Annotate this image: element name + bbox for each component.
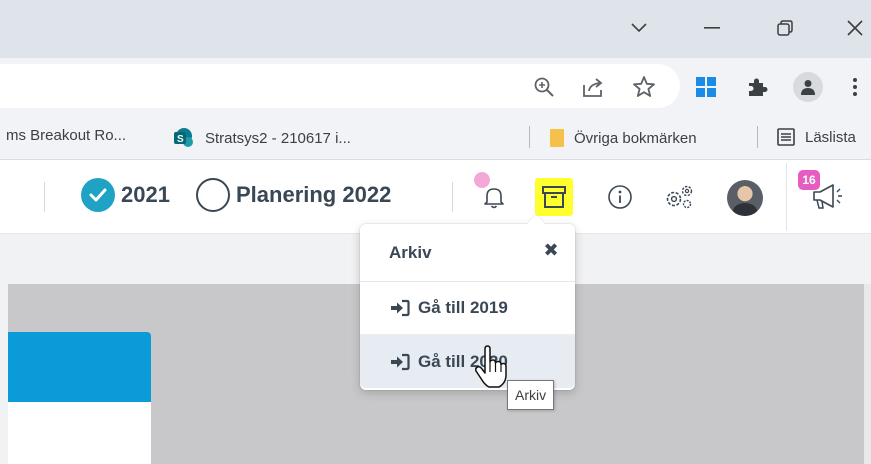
- close-icon[interactable]: [840, 14, 870, 42]
- archive-popover: Arkiv ✖ Gå till 2019 Gå till 2020: [360, 224, 575, 390]
- radio-circle-icon: [196, 178, 230, 212]
- popover-header: Arkiv ✖: [360, 224, 575, 282]
- tooltip: Arkiv: [507, 380, 555, 410]
- content-card: [8, 402, 151, 464]
- restore-icon[interactable]: [770, 14, 800, 42]
- announcement-count-badge: 16: [798, 170, 820, 190]
- bookmark-item[interactable]: S Stratsys2 - 210617 i...: [172, 127, 351, 149]
- profile-icon[interactable]: [793, 72, 823, 102]
- reading-list[interactable]: Läslista: [776, 127, 856, 147]
- address-bar[interactable]: [0, 64, 680, 108]
- archive-item-2019[interactable]: Gå till 2019: [360, 282, 575, 335]
- bookmark-label: Stratsys2 - 210617 i...: [205, 129, 351, 147]
- bookmark-label: Övriga bokmärken: [574, 129, 697, 147]
- bookmark-label: Läslista: [805, 128, 856, 146]
- content-margin: [0, 284, 8, 464]
- notification-dot: [474, 172, 490, 188]
- scrollbar[interactable]: [864, 284, 871, 464]
- bookmark-divider: [757, 126, 758, 148]
- bookmark-divider: [529, 126, 530, 148]
- bookmark-label: ms Breakout Ro...: [6, 127, 127, 144]
- bookmark-item[interactable]: ms Breakout Ro...: [6, 127, 126, 144]
- folder-icon: [549, 127, 565, 149]
- browser-toolbar: [0, 58, 871, 114]
- header-divider: [452, 182, 453, 212]
- sign-in-icon: [390, 299, 410, 317]
- close-icon[interactable]: ✖: [539, 238, 563, 262]
- avatar[interactable]: [727, 180, 763, 216]
- reading-list-icon: [776, 127, 796, 147]
- info-icon[interactable]: [602, 179, 638, 215]
- archive-item-label: Gå till 2019: [418, 298, 508, 317]
- star-icon[interactable]: [631, 74, 657, 100]
- period-label: 2021: [121, 182, 170, 207]
- period-option[interactable]: Planering 2022: [196, 178, 391, 212]
- sharepoint-icon: S: [172, 127, 196, 149]
- minimize-icon[interactable]: [697, 14, 727, 42]
- period-selected[interactable]: 2021: [81, 178, 170, 212]
- windows-icon[interactable]: [693, 74, 719, 100]
- archive-icon[interactable]: [535, 178, 573, 216]
- header-divider: [44, 182, 45, 212]
- other-bookmarks-folder[interactable]: Övriga bokmärken: [549, 127, 697, 149]
- sign-in-icon: [390, 353, 410, 371]
- popover-title: Arkiv: [389, 243, 432, 262]
- check-circle-icon: [81, 178, 115, 212]
- settings-icon[interactable]: [661, 179, 697, 215]
- bookmarks-bar: ms Breakout Ro... S Stratsys2 - 210617 i…: [0, 114, 871, 160]
- svg-text:S: S: [177, 134, 184, 145]
- zoom-icon[interactable]: [531, 74, 557, 100]
- hand-cursor-icon: [474, 345, 508, 389]
- period-label: Planering 2022: [236, 182, 392, 207]
- browser-titlebar: [0, 0, 871, 58]
- share-icon[interactable]: [580, 74, 606, 100]
- banner-card: [8, 332, 151, 402]
- chevron-down-icon[interactable]: [624, 14, 654, 42]
- menu-icon[interactable]: [845, 74, 865, 100]
- extensions-icon[interactable]: [744, 74, 770, 100]
